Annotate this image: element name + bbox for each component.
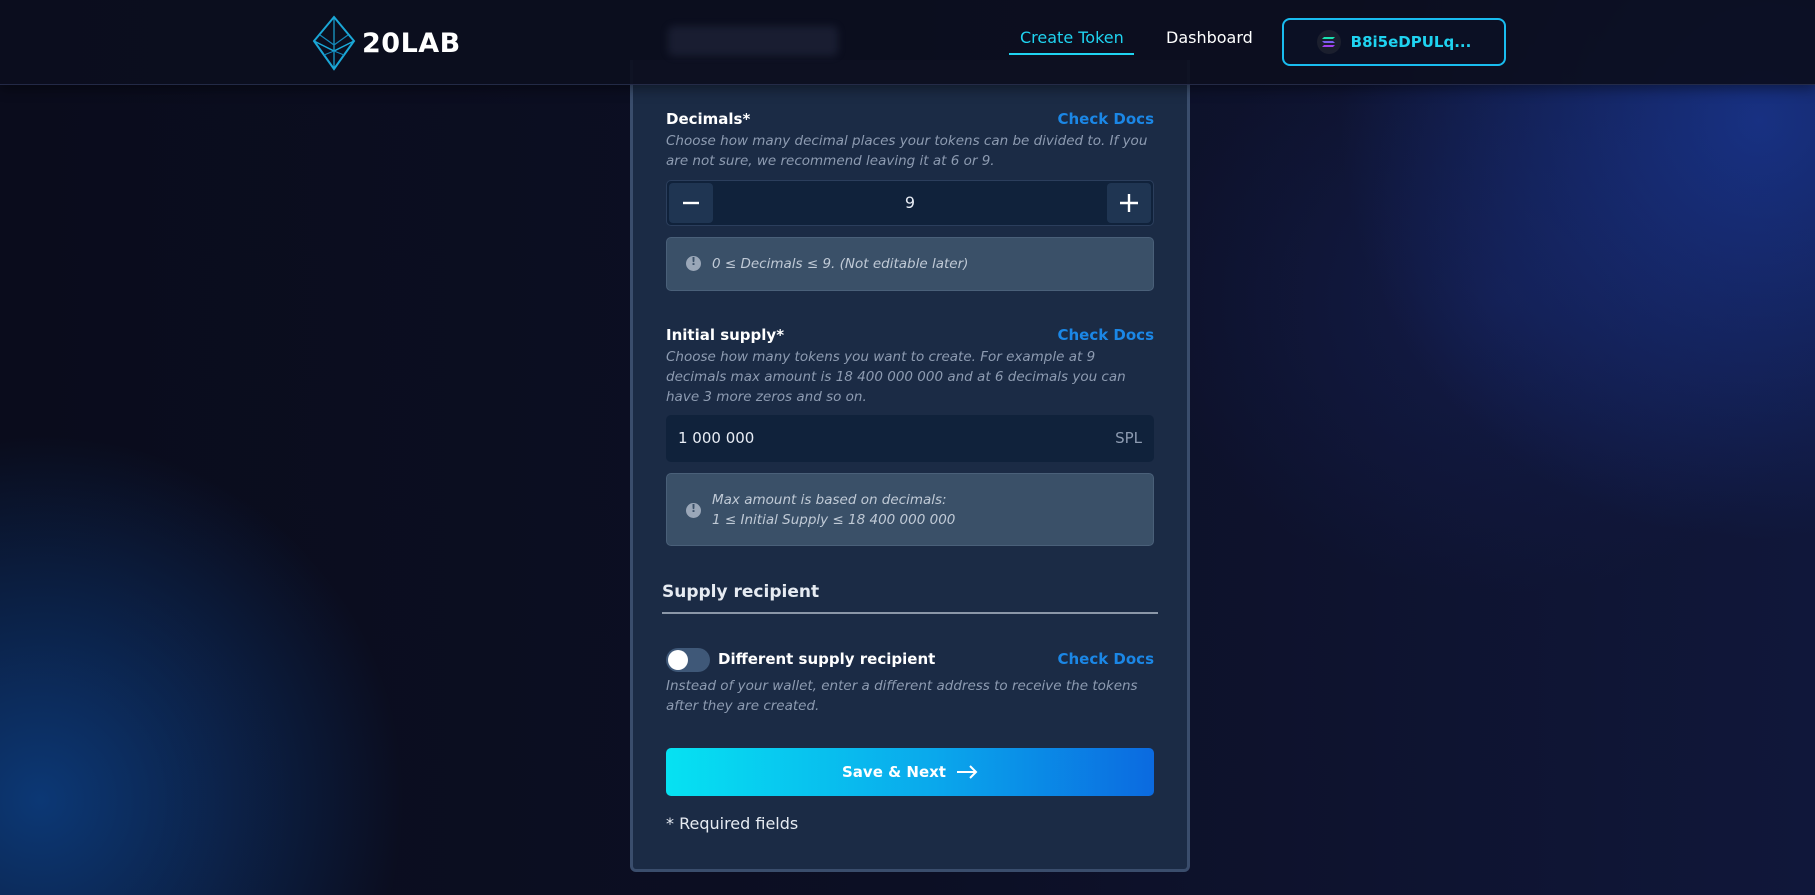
save-next-button[interactable]: Save & Next [666,748,1154,796]
blurred-header-element [668,26,838,56]
increment-button[interactable] [1107,183,1151,223]
initial-supply-description: Choose how many tokens you want to creat… [666,349,1126,405]
decrement-button[interactable] [669,183,713,223]
decimals-check-docs-link[interactable]: Check Docs [1057,110,1154,128]
solana-icon [1316,30,1341,54]
logo[interactable]: 20LAB [312,15,461,71]
minus-icon [683,201,699,205]
plus-icon [1120,194,1138,212]
active-nav-underline [1009,53,1134,55]
different-recipient-label: Different supply recipient [718,650,936,668]
initial-supply-info-box: Max amount is based on decimals: 1 ≤ Ini… [666,473,1154,546]
decimals-stepper: 9 [666,180,1154,226]
top-navbar: 20LAB Create Token Dashboard B8i5eDPULq.… [0,0,1815,85]
save-next-label: Save & Next [842,763,946,781]
decimals-info-box: 0 ≤ Decimals ≤ 9. (Not editable later) [666,237,1154,291]
initial-supply-check-docs-link[interactable]: Check Docs [1057,326,1154,344]
supply-info-line-2: 1 ≤ Initial Supply ≤ 18 400 000 000 [712,512,956,528]
different-recipient-toggle[interactable] [666,648,710,672]
logo-icon [312,15,356,71]
nav-dashboard[interactable]: Dashboard [1166,28,1253,47]
wallet-address: B8i5eDPULq... [1350,33,1472,51]
required-fields-note: * Required fields [666,814,799,833]
toggle-knob [668,650,688,670]
wallet-button[interactable]: B8i5eDPULq... [1282,18,1506,66]
initial-supply-input[interactable]: 1 000 000 SPL [666,415,1154,462]
logo-text: 20LAB [362,27,461,59]
initial-supply-unit: SPL [1115,429,1142,447]
initial-supply-label: Initial supply* [666,326,785,344]
supply-recipient-heading: Supply recipient [662,582,820,602]
nav-create-token[interactable]: Create Token [1020,28,1124,47]
decimals-value[interactable]: 9 [717,181,1103,225]
info-icon [686,502,701,518]
recipient-check-docs-link[interactable]: Check Docs [1057,650,1154,668]
supply-info-line-1: Max amount is based on decimals: [712,492,947,508]
initial-supply-value: 1 000 000 [678,429,755,447]
decimals-description: Choose how many decimal places your toke… [666,133,1148,169]
decimals-info-text: 0 ≤ Decimals ≤ 9. (Not editable later) [712,256,969,272]
info-icon [686,255,701,271]
arrow-right-icon [956,765,978,779]
section-divider [662,612,1158,614]
decimals-label: Decimals* [666,110,751,128]
recipient-description: Instead of your wallet, enter a differen… [666,678,1138,714]
